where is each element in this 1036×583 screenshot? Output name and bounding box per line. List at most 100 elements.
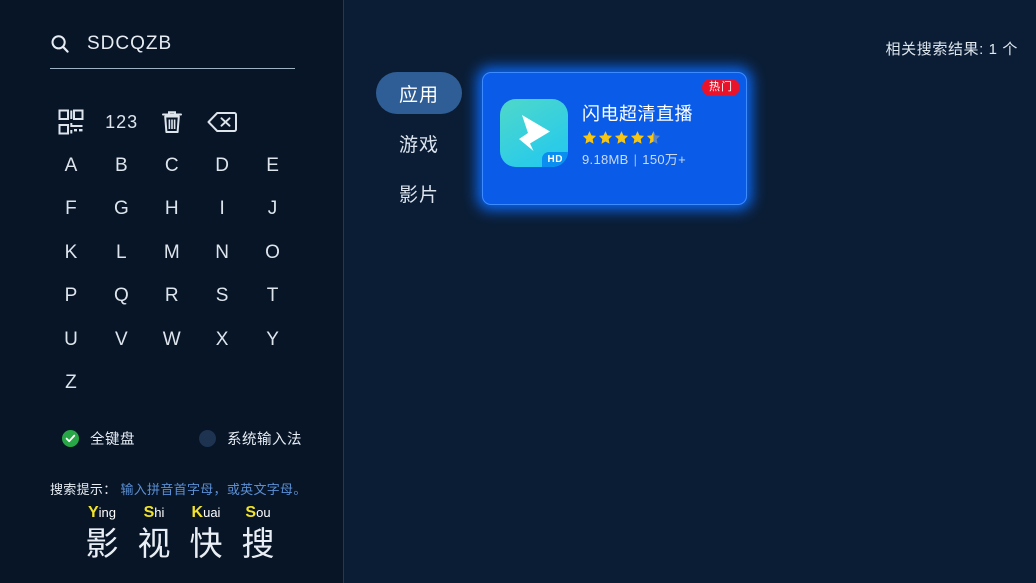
key-empty bbox=[197, 362, 247, 406]
keyboard-row: U V W X Y bbox=[46, 318, 298, 362]
key-j[interactable]: J bbox=[248, 188, 298, 232]
keyboard-row: K L M N O bbox=[46, 231, 298, 275]
hd-badge: HD bbox=[541, 152, 568, 167]
search-underline bbox=[50, 68, 295, 69]
logo-pinyin-cap: S bbox=[245, 504, 257, 521]
logo-pinyin-ying: Ying bbox=[76, 504, 128, 522]
key-a[interactable]: A bbox=[46, 144, 96, 188]
app-downloads: 150万+ bbox=[642, 152, 687, 167]
category-tabs: 应用 游戏 影片 bbox=[376, 72, 462, 222]
key-z[interactable]: Z bbox=[46, 362, 96, 406]
logo-characters-row: 影 视 快 搜 bbox=[76, 524, 296, 564]
key-s[interactable]: S bbox=[197, 275, 247, 319]
key-m[interactable]: M bbox=[147, 231, 197, 275]
search-hint: 搜索提示： 输入拼音首字母，或英文字母。 bbox=[50, 479, 307, 498]
logo-pinyin-shi: Shi bbox=[128, 504, 180, 522]
keyboard-row: A B C D E bbox=[46, 144, 298, 188]
qr-code-icon[interactable] bbox=[46, 100, 96, 144]
key-g[interactable]: G bbox=[96, 188, 146, 232]
key-d[interactable]: D bbox=[197, 144, 247, 188]
app-result-card[interactable]: 热门 HD 闪电超清直播 9.18MB | 150万+ bbox=[477, 67, 752, 210]
search-hint-label: 搜索提示： bbox=[50, 482, 117, 497]
key-y[interactable]: Y bbox=[248, 318, 298, 362]
radio-checked-icon bbox=[62, 430, 79, 447]
logo-pinyin-rest: ing bbox=[98, 505, 117, 520]
star-icon-half bbox=[646, 130, 661, 145]
search-hint-value: 输入拼音首字母，或英文字母。 bbox=[120, 482, 307, 497]
app-info: 闪电超清直播 9.18MB | 150万+ bbox=[582, 103, 742, 168]
app-logo: Ying Shi Kuai Sou 影 视 快 搜 bbox=[76, 504, 296, 564]
backspace-icon[interactable] bbox=[197, 100, 247, 144]
app-size: 9.18MB bbox=[582, 152, 629, 167]
key-f[interactable]: F bbox=[46, 188, 96, 232]
rating-stars bbox=[582, 130, 742, 145]
star-icon-full bbox=[598, 130, 613, 145]
key-empty bbox=[96, 362, 146, 406]
key-empty bbox=[248, 362, 298, 406]
logo-pinyin-rest: uai bbox=[203, 505, 221, 520]
trash-icon[interactable] bbox=[147, 100, 197, 144]
star-icon-full bbox=[630, 130, 645, 145]
key-b[interactable]: B bbox=[96, 144, 146, 188]
logo-pinyin-rest: hi bbox=[154, 505, 165, 520]
logo-pinyin-sou: Sou bbox=[232, 504, 284, 522]
tab-movies[interactable]: 影片 bbox=[376, 172, 462, 214]
key-x[interactable]: X bbox=[197, 318, 247, 362]
keyboard-function-row: 123 bbox=[46, 100, 298, 144]
logo-character: 影 bbox=[85, 525, 119, 562]
logo-pinyin-row: Ying Shi Kuai Sou bbox=[76, 504, 296, 522]
key-i[interactable]: I bbox=[197, 188, 247, 232]
key-e[interactable]: E bbox=[248, 144, 298, 188]
star-icon-full bbox=[582, 130, 597, 145]
result-count-label: 相关搜索结果: 1 个 bbox=[885, 41, 1018, 58]
key-c[interactable]: C bbox=[147, 144, 197, 188]
app-icon-container: HD bbox=[500, 99, 568, 167]
search-screen: SDCQZB 123 A B C D E F G H I J K L M N O… bbox=[0, 0, 1036, 583]
logo-character: 快 bbox=[189, 525, 223, 562]
logo-pinyin-cap: K bbox=[191, 504, 204, 521]
key-r[interactable]: R bbox=[147, 275, 197, 319]
key-k[interactable]: K bbox=[46, 231, 96, 275]
key-empty bbox=[147, 362, 197, 406]
app-title: 闪电超清直播 bbox=[582, 104, 693, 124]
app-card[interactable]: 热门 HD 闪电超清直播 9.18MB | 150万+ bbox=[482, 72, 747, 205]
keyboard-row: F G H I J bbox=[46, 188, 298, 232]
key-v[interactable]: V bbox=[96, 318, 146, 362]
logo-pinyin-cap: Y bbox=[87, 504, 99, 521]
key-n[interactable]: N bbox=[197, 231, 247, 275]
key-h[interactable]: H bbox=[147, 188, 197, 232]
input-method-options: 全键盘 系统输入法 bbox=[62, 428, 302, 449]
key-p[interactable]: P bbox=[46, 275, 96, 319]
keyboard-row: Z bbox=[46, 362, 298, 406]
search-icon bbox=[50, 34, 70, 54]
tab-apps[interactable]: 应用 bbox=[376, 72, 462, 114]
key-l[interactable]: L bbox=[96, 231, 146, 275]
tab-label: 影片 bbox=[398, 184, 439, 206]
meta-separator: | bbox=[633, 152, 638, 167]
status-badge: 热门 bbox=[702, 79, 740, 96]
option-full-keyboard[interactable]: 全键盘 bbox=[62, 428, 135, 449]
app-meta: 9.18MB | 150万+ bbox=[582, 149, 742, 168]
logo-character: 视 bbox=[137, 525, 171, 562]
logo-pinyin-rest: ou bbox=[256, 505, 271, 520]
tab-label: 应用 bbox=[398, 84, 439, 106]
on-screen-keyboard: 123 A B C D E F G H I J K L M N O P Q R … bbox=[46, 100, 298, 405]
tab-games[interactable]: 游戏 bbox=[376, 122, 462, 164]
radio-unchecked-icon bbox=[199, 430, 216, 447]
left-keyboard-panel: SDCQZB 123 A B C D E F G H I J K L M N O… bbox=[0, 0, 344, 583]
key-w[interactable]: W bbox=[147, 318, 197, 362]
key-t[interactable]: T bbox=[248, 275, 298, 319]
logo-pinyin-cap: S bbox=[143, 504, 155, 521]
results-panel: 相关搜索结果: 1 个 应用 游戏 影片 热门 HD 闪电超清直播 9.18MB… bbox=[344, 0, 1036, 583]
tab-label: 游戏 bbox=[398, 134, 439, 156]
numeric-key[interactable]: 123 bbox=[96, 100, 146, 144]
logo-pinyin-kuai: Kuai bbox=[180, 504, 232, 522]
key-o[interactable]: O bbox=[248, 231, 298, 275]
star-icon-full bbox=[614, 130, 629, 145]
key-u[interactable]: U bbox=[46, 318, 96, 362]
key-q[interactable]: Q bbox=[96, 275, 146, 319]
option-label: 系统输入法 bbox=[227, 432, 302, 448]
search-field[interactable]: SDCQZB bbox=[50, 27, 295, 61]
option-system-ime[interactable]: 系统输入法 bbox=[199, 428, 302, 449]
search-input[interactable]: SDCQZB bbox=[87, 34, 172, 54]
